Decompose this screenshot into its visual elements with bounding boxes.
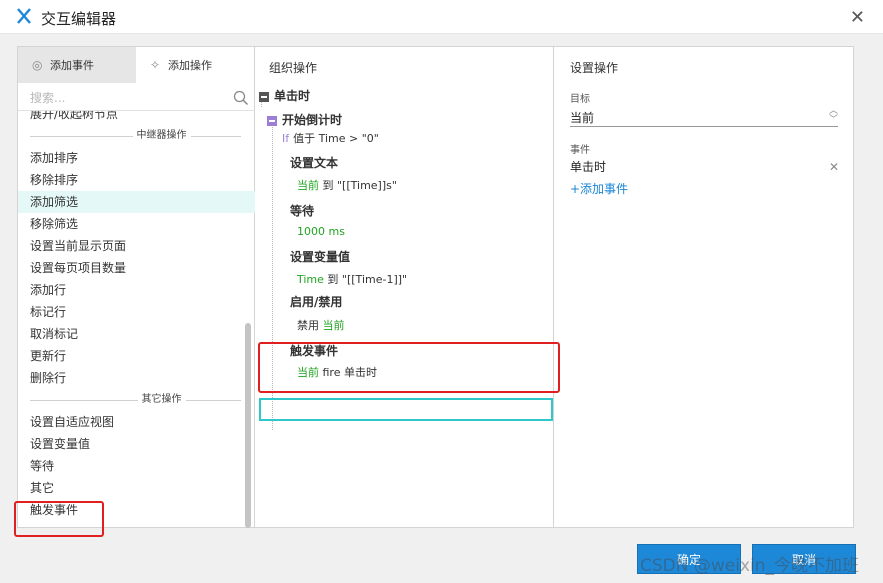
configure-action-column: 设置操作 目标 当前 ︿ ﹀ 事件 单击时 ✕ +添加事件: [554, 47, 853, 527]
collapse-icon[interactable]: [259, 91, 269, 102]
organize-actions-column: 组织操作 单击时 开始倒计时 If 值于 Time > "0" 设置文本 当前 到…: [255, 47, 554, 527]
action-detail[interactable]: 1000 ms: [297, 225, 345, 238]
tree-connector: [272, 125, 273, 430]
section-label: 其它操作: [137, 394, 186, 405]
organize-header: 组织操作: [269, 61, 318, 75]
list-item[interactable]: 更新行: [18, 345, 255, 367]
list-item[interactable]: 删除行: [18, 367, 255, 389]
action-target: Time: [297, 273, 324, 286]
condition-if: If: [282, 132, 290, 145]
event-node-label: 单击时: [274, 89, 311, 103]
library-tabs: ◎ 添加事件 ✧ 添加操作: [18, 47, 254, 83]
tab-add-event-label: 添加事件: [50, 59, 94, 72]
action-list: 展开/收起树节点 中继器操作 添加排序 移除排序 添加筛选 移除筛选 设置当前显…: [18, 111, 255, 529]
case-node[interactable]: 开始倒计时: [267, 111, 342, 128]
tab-add-action-label: 添加操作: [168, 59, 212, 72]
action-title[interactable]: 触发事件: [290, 342, 338, 359]
axure-logo-icon: [17, 8, 31, 24]
list-item[interactable]: 设置每页项目数量: [18, 257, 255, 279]
list-item[interactable]: 其它: [18, 477, 255, 499]
action-detail-text: 到 "[[Time-1]]": [323, 273, 408, 286]
action-detail[interactable]: 禁用 当前: [297, 317, 345, 333]
search-icon[interactable]: [233, 90, 249, 106]
action-detail[interactable]: 当前 fire 单击时: [297, 364, 377, 380]
list-item[interactable]: 取消标记: [18, 323, 255, 345]
action-detail-text: fire 单击时: [319, 366, 377, 379]
action-target: 当前: [297, 179, 319, 192]
action-prefix: 禁用: [297, 319, 323, 332]
target-label: 目标: [570, 94, 590, 105]
action-title[interactable]: 等待: [290, 202, 314, 219]
close-icon[interactable]: ✕: [850, 7, 865, 28]
section-header-other: 其它操作: [18, 389, 255, 411]
window-title: 交互编辑器: [41, 10, 117, 28]
list-item[interactable]: 设置当前显示页面: [18, 235, 255, 257]
configure-header: 设置操作: [570, 61, 619, 75]
collapse-icon[interactable]: [267, 115, 277, 126]
add-event-link[interactable]: +添加事件: [570, 180, 628, 197]
tab-add-event[interactable]: ◎ 添加事件: [18, 47, 136, 83]
action-title[interactable]: 设置变量值: [290, 248, 350, 265]
action-target: 当前: [297, 366, 319, 379]
list-item-trigger-event[interactable]: 触发事件: [18, 499, 255, 521]
action-target: 1000 ms: [297, 225, 345, 238]
editor-panel: ◎ 添加事件 ✧ 添加操作 展开/收起树节点 中继器操作 添加排序 移除排序 添加筛…: [17, 46, 854, 528]
action-title[interactable]: 设置文本: [290, 154, 338, 171]
event-label: 事件: [570, 145, 590, 156]
search-box: [18, 87, 255, 111]
ok-button[interactable]: 确定: [637, 544, 741, 574]
list-item[interactable]: 设置变量值: [18, 433, 255, 455]
action-title[interactable]: 启用/禁用: [290, 293, 342, 310]
sparkle-icon: ✧: [150, 58, 161, 72]
list-item[interactable]: 等待: [18, 455, 255, 477]
list-item[interactable]: 移除排序: [18, 169, 255, 191]
action-detail-text: 到 "[[Time]]s": [319, 179, 397, 192]
target-value: 当前: [570, 111, 595, 125]
close-icon[interactable]: ✕: [829, 160, 839, 174]
case-node-label: 开始倒计时: [282, 113, 343, 127]
list-item[interactable]: 添加排序: [18, 147, 255, 169]
action-target: 当前: [322, 319, 345, 332]
action-detail[interactable]: 当前 到 "[[Time]]s": [297, 177, 397, 193]
event-value: 单击时: [570, 160, 607, 174]
title-bar: 交互编辑器 ✕: [0, 0, 883, 34]
list-item[interactable]: 标记行: [18, 301, 255, 323]
event-icon: ◎: [32, 58, 43, 72]
updown-chevron-icon: ︿ ﹀: [828, 106, 838, 125]
list-item[interactable]: 移除筛选: [18, 213, 255, 235]
section-label: 中继器操作: [132, 130, 191, 141]
list-item[interactable]: 添加行: [18, 279, 255, 301]
selected-action-highlight[interactable]: [259, 398, 553, 421]
list-item[interactable]: 展开/收起树节点: [18, 111, 255, 125]
list-item[interactable]: 设置自适应视图: [18, 411, 255, 433]
case-condition[interactable]: If 值于 Time > "0": [282, 130, 379, 146]
event-node[interactable]: 单击时: [259, 87, 310, 104]
search-input[interactable]: [30, 91, 220, 105]
list-item-selected[interactable]: 添加筛选: [18, 191, 255, 213]
cancel-button[interactable]: 取消: [752, 544, 856, 574]
tab-add-action[interactable]: ✧ 添加操作: [136, 47, 254, 83]
condition-text: 值于 Time > "0": [293, 132, 379, 145]
target-select[interactable]: 当前 ︿ ﹀: [570, 107, 838, 127]
section-header-repeater: 中继器操作: [18, 125, 255, 147]
action-detail[interactable]: Time 到 "[[Time-1]]": [297, 271, 407, 287]
action-library-column: ◎ 添加事件 ✧ 添加操作 展开/收起树节点 中继器操作 添加排序 移除排序 添加筛…: [18, 47, 255, 529]
list-scrollbar[interactable]: [245, 323, 251, 528]
